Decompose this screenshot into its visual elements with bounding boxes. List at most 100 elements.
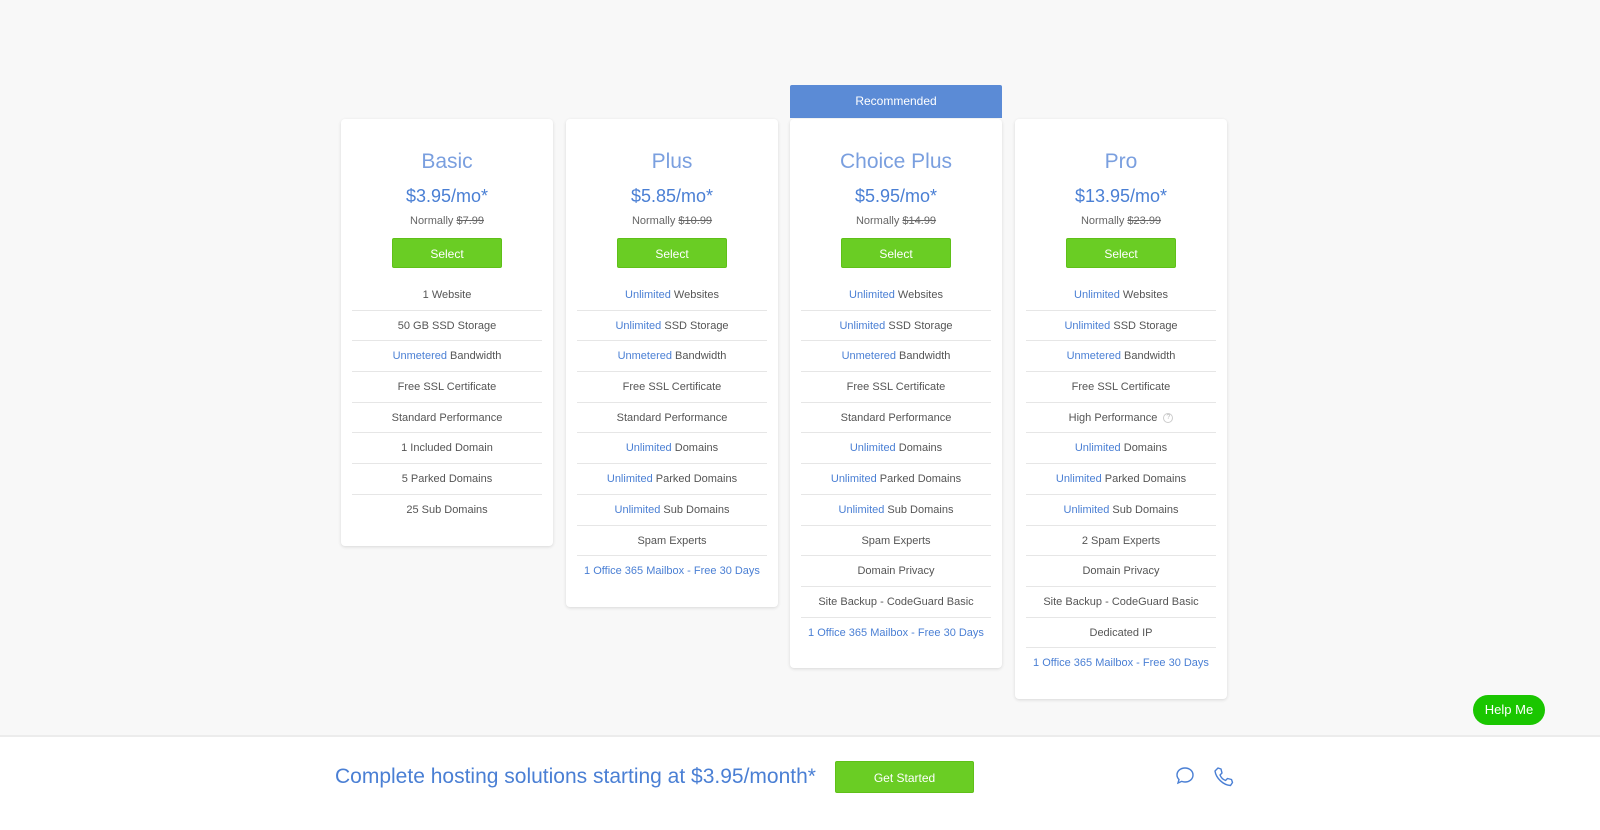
- feature-item: Standard Performance: [801, 403, 991, 434]
- plan-name: Pro: [1104, 150, 1138, 173]
- feature-text: Parked Domains: [876, 473, 962, 486]
- feature-text: Free SSL Certificate: [846, 381, 946, 394]
- normal-price-line: Normally $10.99: [577, 215, 767, 229]
- feature-text: Websites: [670, 289, 719, 301]
- feature-item: 1 Office 365 Mailbox - Free 30 Days: [577, 556, 767, 587]
- feature-item: 1 Website: [352, 280, 542, 311]
- feature-highlight: 1 Office 365 Mailbox - Free 30 Days: [584, 565, 760, 578]
- feature-item: Domain Privacy: [1026, 556, 1216, 587]
- feature-highlight: Unlimited: [1063, 503, 1110, 516]
- select-button[interactable]: Select: [392, 238, 502, 268]
- select-button[interactable]: Select: [1066, 238, 1176, 268]
- feature-text: Sub Domains: [1109, 503, 1179, 516]
- feature-highlight: Unlimited: [606, 473, 653, 486]
- feature-text: Dedicated IP: [1089, 626, 1153, 639]
- feature-text: Domains: [1120, 442, 1168, 455]
- feature-text: 2 Spam Experts: [1081, 534, 1161, 547]
- feature-text: Sub Domains: [660, 503, 730, 516]
- feature-text: Bandwidth: [1120, 350, 1176, 363]
- feature-item: Domain Privacy: [801, 556, 991, 587]
- feature-text: SSD Storage: [885, 319, 953, 332]
- feature-highlight: 1 Office 365 Mailbox - Free 30 Days: [808, 626, 984, 639]
- feature-text: SSD Storage: [661, 319, 729, 332]
- normal-price-line: Normally $23.99: [1026, 215, 1216, 229]
- feature-text: 1 Website: [422, 289, 472, 301]
- normally-label: Normally: [410, 215, 454, 227]
- feature-text: 25 Sub Domains: [406, 503, 488, 516]
- feature-item: 50 GB SSD Storage: [352, 311, 542, 342]
- feature-text: Websites: [1119, 289, 1168, 301]
- plan-card: Plus $5.85/mo* Normally $10.99 Select Unl…: [566, 119, 778, 607]
- feature-item: Unlimited Websites: [801, 280, 991, 311]
- get-started-button[interactable]: Get Started: [835, 761, 974, 793]
- feature-text: Site Backup - CodeGuard Basic: [1043, 595, 1199, 608]
- info-icon[interactable]: ?: [1163, 412, 1174, 423]
- feature-highlight: Unlimited: [830, 473, 877, 486]
- phone-icon[interactable]: [1213, 766, 1235, 788]
- feature-item: Unmetered Bandwidth: [352, 341, 542, 373]
- normal-price: $23.99: [1127, 215, 1162, 227]
- plan-price: $3.95/mo*: [405, 186, 489, 206]
- feature-item: Unlimited Sub Domains: [577, 495, 767, 526]
- feature-item: Spam Experts: [577, 526, 767, 557]
- feature-text: Parked Domains: [1101, 473, 1187, 486]
- plan-price: $5.85/mo*: [630, 186, 714, 206]
- feature-highlight: Unlimited: [1064, 319, 1111, 332]
- feature-item: Unlimited Parked Domains: [1026, 464, 1216, 495]
- feature-highlight: Unmetered: [617, 350, 672, 363]
- help-me-button[interactable]: Help Me: [1473, 695, 1545, 725]
- feature-text: Free SSL Certificate: [397, 381, 497, 394]
- feature-item: Unmetered Bandwidth: [577, 341, 767, 373]
- feature-item: Site Backup - CodeGuard Basic: [1026, 587, 1216, 618]
- feature-item: 5 Parked Domains: [352, 464, 542, 495]
- feature-text: Sub Domains: [884, 503, 954, 516]
- chat-icon[interactable]: [1175, 766, 1195, 786]
- feature-highlight: Unlimited: [615, 319, 662, 332]
- feature-text: 1 Included Domain: [401, 442, 493, 455]
- feature-text: Standard Performance: [616, 411, 728, 424]
- plan-card: Choice Plus $5.95/mo* Normally $14.99 Se…: [790, 119, 1002, 669]
- feature-item: Dedicated IP: [1026, 618, 1216, 649]
- feature-item: Site Backup - CodeGuard Basic: [801, 587, 991, 618]
- feature-highlight: Unlimited: [614, 503, 661, 516]
- feature-text: Site Backup - CodeGuard Basic: [818, 595, 974, 608]
- feature-item: Unlimited Parked Domains: [577, 464, 767, 495]
- feature-item: Unlimited Sub Domains: [1026, 495, 1216, 526]
- feature-text: Standard Performance: [391, 411, 503, 424]
- feature-text: Domains: [895, 442, 943, 455]
- feature-highlight: Unlimited: [625, 442, 672, 455]
- feature-item: High Performance?: [1026, 403, 1216, 434]
- feature-text: SSD Storage: [1110, 319, 1178, 332]
- feature-item: Free SSL Certificate: [801, 372, 991, 403]
- feature-text: Domain Privacy: [857, 565, 935, 578]
- feature-item: Unmetered Bandwidth: [801, 341, 991, 373]
- feature-text: Free SSL Certificate: [622, 381, 722, 394]
- plan-name: Choice Plus: [839, 150, 953, 173]
- feature-item: Unlimited Domains: [1026, 433, 1216, 465]
- feature-text: Free SSL Certificate: [1071, 381, 1171, 394]
- feature-list: 1 Website 50 GB SSD Storage Unmetered Band…: [352, 280, 542, 526]
- feature-text: 50 GB SSD Storage: [397, 319, 497, 332]
- feature-highlight: 1 Office 365 Mailbox - Free 30 Days: [1033, 657, 1209, 670]
- select-button[interactable]: Select: [841, 238, 951, 268]
- normally-label: Normally: [631, 215, 676, 227]
- select-button[interactable]: Select: [617, 238, 727, 268]
- feature-highlight: Unlimited: [838, 503, 885, 516]
- feature-item: Free SSL Certificate: [352, 372, 542, 403]
- feature-highlight: Unmetered: [1066, 350, 1121, 363]
- feature-list: Unlimited Websites Unlimited SSD Storage U…: [801, 280, 991, 648]
- normally-label: Normally: [855, 215, 900, 227]
- feature-text: Domain Privacy: [1082, 565, 1160, 578]
- feature-item: Unlimited Parked Domains: [801, 464, 991, 495]
- feature-highlight: Unmetered: [392, 350, 447, 363]
- feature-item: Unlimited Domains: [577, 433, 767, 465]
- feature-item: Spam Experts: [801, 526, 991, 557]
- feature-item: 1 Office 365 Mailbox - Free 30 Days: [801, 618, 991, 649]
- feature-item: 1 Office 365 Mailbox - Free 30 Days: [1026, 648, 1216, 679]
- plan-price: $5.95/mo*: [854, 186, 938, 206]
- normal-price-line: Normally $7.99: [352, 215, 542, 229]
- plan-name: Basic: [421, 150, 473, 173]
- feature-item: Unlimited Domains: [801, 433, 991, 465]
- feature-text: Bandwidth: [446, 350, 502, 363]
- normal-price-line: Normally $14.99: [801, 215, 991, 229]
